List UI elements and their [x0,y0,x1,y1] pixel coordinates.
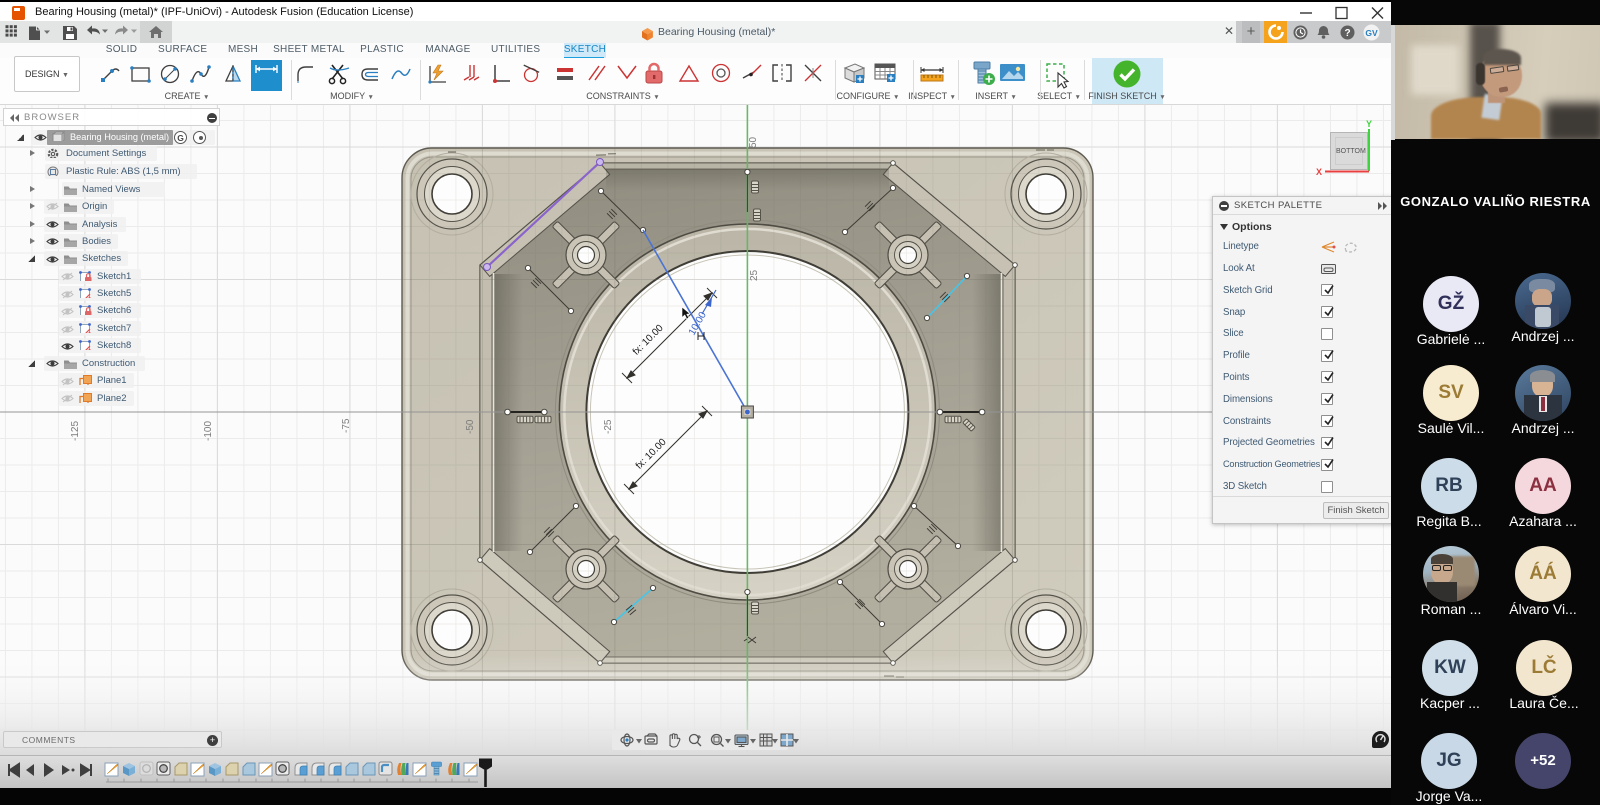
svg-text:-50: -50 [465,419,476,434]
svg-text:-75: -75 [341,418,352,433]
svg-text:GV: GV [1365,28,1378,38]
svg-text:25: 25 [749,269,760,281]
svg-text:?: ? [1344,28,1350,39]
svg-text:-25: -25 [603,419,614,434]
svg-text:-125: -125 [70,421,81,441]
svg-text:-100: -100 [203,421,214,441]
svg-text:X: X [1316,167,1322,177]
svg-text:50: 50 [748,136,759,148]
svg-text:Y: Y [1366,119,1372,129]
